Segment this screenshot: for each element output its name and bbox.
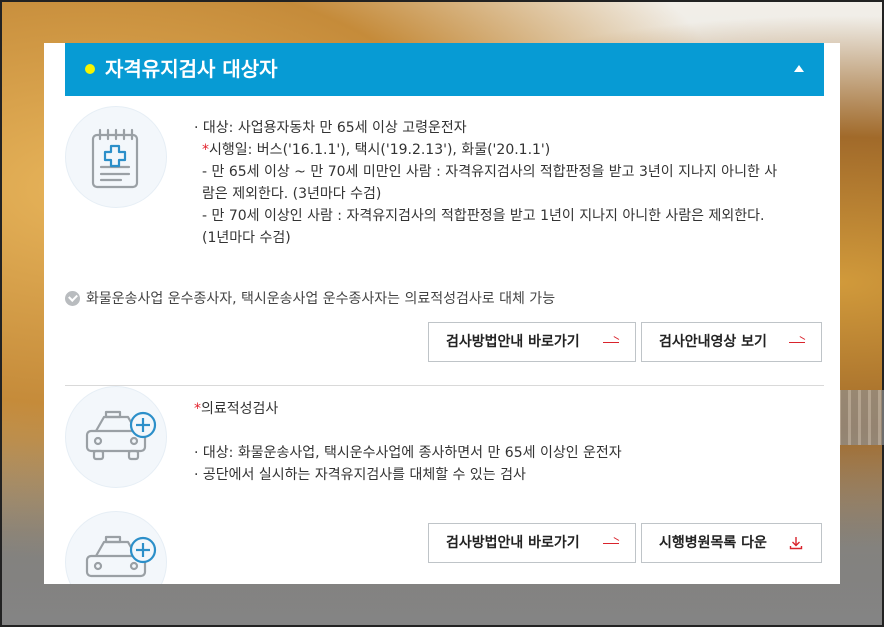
car-plus-icon [65,511,167,584]
block1-text: · 대상: 사업용자동차 만 65세 이상 고령운전자 *시행일: 버스('16… [194,117,777,249]
guide-video-button[interactable]: 검사안내영상 보기 [641,322,822,362]
age-65-line-cont: 람은 제외한다. (3년마다 수검) [202,186,382,202]
age-70-line: - 만 70세 이상인 사람 : 자격유지검사의 적합판정을 받고 1년이 지나… [202,208,765,224]
medical-target-line: · 대상: 화물운송사업, 택시운수사업에 종사하면서 만 65세 이상인 운전… [194,445,622,461]
content-panel: 자격유지검사 대상자 · 대상: 사업용자동차 만 65세 이상 고령운전자 *… [44,43,840,584]
hospital-list-download-button[interactable]: 시행병원목록 다운 [641,523,822,563]
required-mark: * [202,142,209,158]
car-plus-icon [65,386,167,488]
section-header[interactable]: 자격유지검사 대상자 [65,43,824,96]
block2-text: *의료적성검사 · 대상: 화물운송사업, 택시운수사업에 종사하면서 만 65… [194,398,622,486]
required-mark: * [194,401,201,417]
right-arrow-icon [789,342,805,343]
section-title: 자격유지검사 대상자 [105,57,278,81]
target-line: · 대상: 사업용자동차 만 65세 이상 고령운전자 [194,120,467,136]
right-arrow-icon [603,342,619,343]
age-65-line: - 만 65세 이상 ~ 만 70세 미만인 사람 : 자격유지검사의 적합판정… [202,164,778,180]
test-method-button-2[interactable]: 검사방법안내 바로가기 [428,523,636,563]
medical-desc-line: · 공단에서 실시하는 자격유지검사를 대체할 수 있는 검사 [194,467,526,483]
medical-test-title: *의료적성검사 [194,401,279,417]
substitution-note: 화물운송사업 운수종사자, 택시운송사업 운수종사자는 의료적성검사로 대체 가… [65,290,555,308]
document-plus-icon [65,106,167,208]
collapse-caret-icon[interactable] [794,65,804,72]
right-arrow-icon [603,543,619,544]
test-method-button-1[interactable]: 검사방법안내 바로가기 [428,322,636,362]
start-date-line: *시행일: 버스('16.1.1'), 택시('19.2.13'), 화물('2… [202,142,551,158]
age-70-line-cont: (1년마다 수검) [202,230,291,246]
bullet-dot [85,64,95,74]
section-divider [65,385,824,386]
download-icon [789,537,803,550]
check-circle-icon [65,290,80,306]
guardrail-decoration [838,390,884,445]
